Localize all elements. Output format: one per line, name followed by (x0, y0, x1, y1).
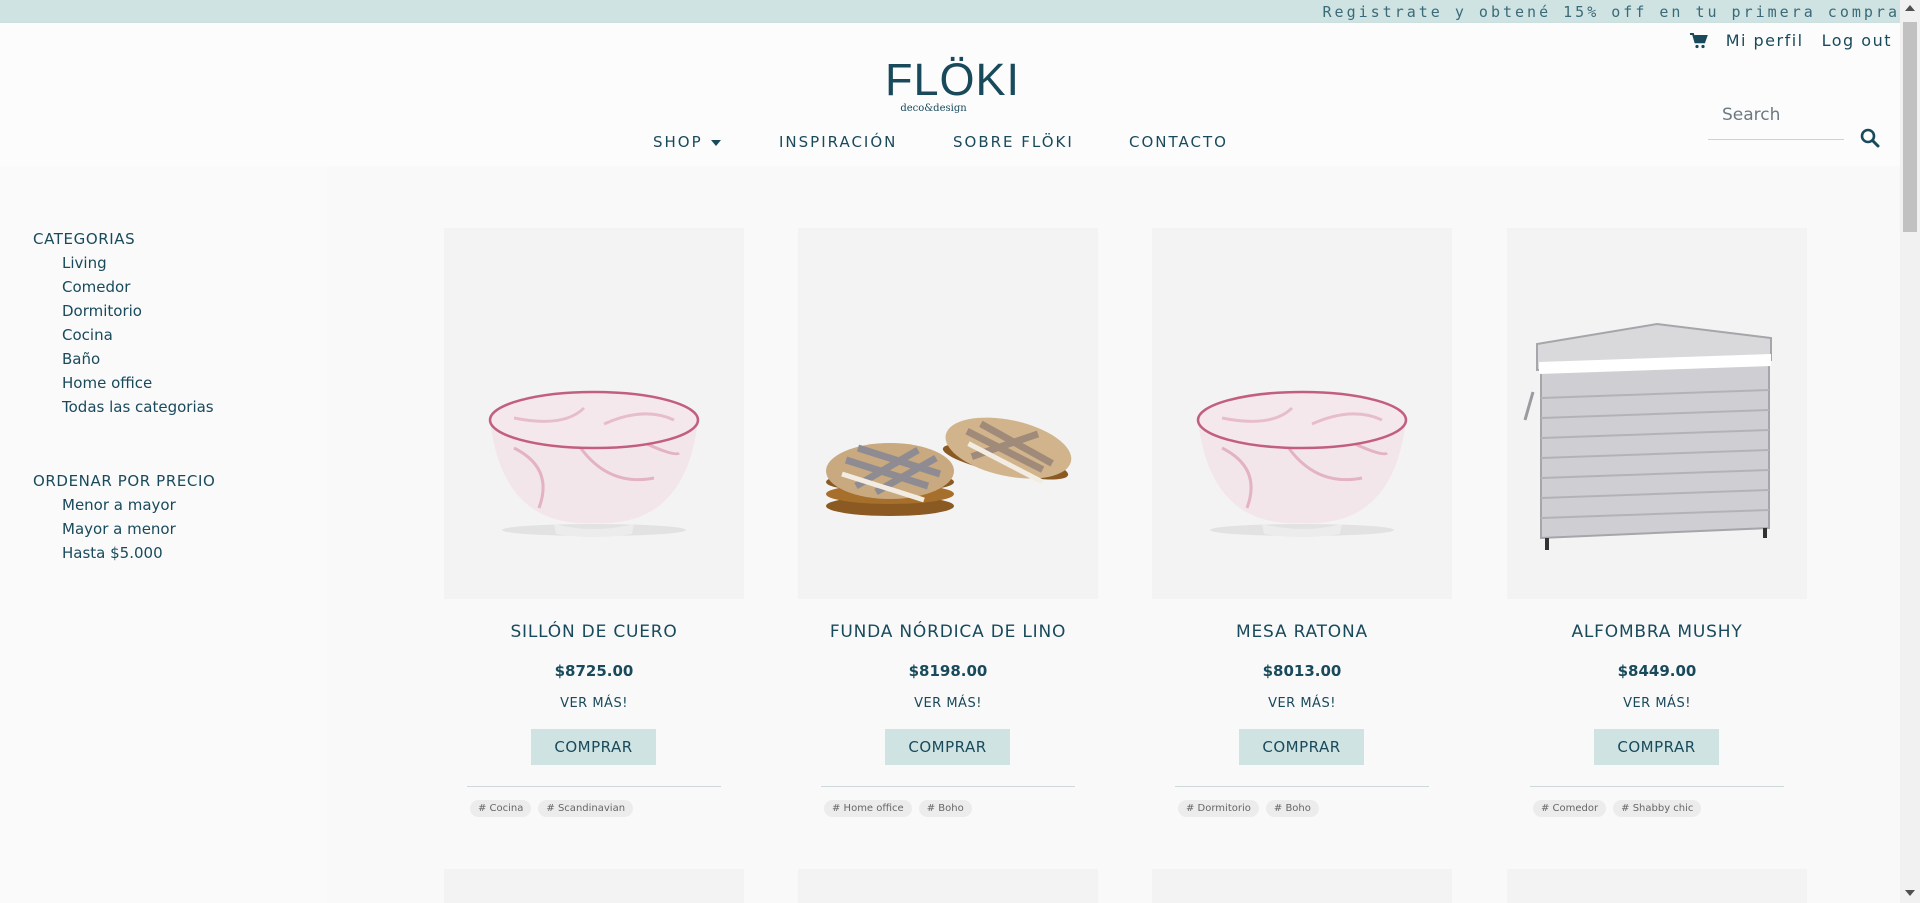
nav-sobre-floki[interactable]: SOBRE FLÖKI (953, 133, 1074, 151)
sort-low-to-high[interactable]: Menor a mayor (62, 496, 176, 514)
category-comedor[interactable]: Comedor (62, 278, 130, 296)
buy-button[interactable]: COMPRAR (531, 729, 656, 765)
filter-up-to-5000[interactable]: Hasta $5.000 (62, 544, 163, 562)
site-header: Mi perfil Log out FLÖKI deco&design SHOP… (0, 23, 1900, 166)
divider (1175, 786, 1429, 787)
product-image-placeholder[interactable] (798, 869, 1098, 903)
search-icon[interactable] (1860, 128, 1880, 152)
search-input[interactable] (1708, 99, 1856, 131)
product-image-wooden-coasters[interactable] (798, 228, 1098, 599)
logout-link[interactable]: Log out (1822, 31, 1892, 50)
price-sort-heading: ORDENAR POR PRECIO (33, 472, 216, 490)
product-price: $8725.00 (554, 662, 634, 680)
tag[interactable]: # Cocina (470, 800, 532, 817)
product-price: $8198.00 (908, 662, 988, 680)
category-all[interactable]: Todas las categorias (62, 398, 214, 416)
tag[interactable]: # Dormitorio (1178, 800, 1259, 817)
tag[interactable]: # Boho (918, 800, 972, 817)
buy-button[interactable]: COMPRAR (885, 729, 1010, 765)
product-price: $8449.00 (1617, 662, 1697, 680)
product-tags: # Dormitorio # Boho (1178, 800, 1319, 817)
product-tags: # Cocina # Scandinavian (470, 800, 634, 817)
product-image-placeholder[interactable] (1152, 869, 1452, 903)
user-utilities: Mi perfil Log out (1689, 31, 1892, 50)
category-dormitorio[interactable]: Dormitorio (62, 302, 142, 320)
tag[interactable]: # Scandinavian (538, 800, 634, 817)
filters-sidebar: CATEGORIAS Living Comedor Dormitorio Coc… (0, 166, 326, 903)
product-tags: # Comedor # Shabby chic (1533, 800, 1702, 817)
site-logo[interactable]: FLÖKI deco&design (885, 54, 1021, 114)
see-more-link[interactable]: VER MÁS! (1152, 696, 1452, 711)
see-more-link[interactable]: VER MÁS! (798, 696, 1098, 711)
product-image-placeholder[interactable] (444, 869, 744, 903)
cart-icon[interactable] (1689, 32, 1708, 49)
product-image-placeholder[interactable] (1507, 869, 1807, 903)
tag[interactable]: # Home office (824, 800, 912, 817)
categories-heading: CATEGORIAS (33, 230, 136, 248)
divider (1530, 786, 1784, 787)
category-living[interactable]: Living (62, 254, 107, 272)
category-cocina[interactable]: Cocina (62, 326, 113, 344)
tag[interactable]: # Shabby chic (1613, 800, 1702, 817)
promo-bar: Registrate y obtené 15% off en tu primer… (0, 0, 1900, 24)
category-home-office[interactable]: Home office (62, 374, 152, 392)
profile-link[interactable]: Mi perfil (1726, 31, 1804, 50)
nav-shop[interactable]: SHOP (653, 133, 721, 151)
nav-shop-label: SHOP (653, 133, 703, 151)
tag[interactable]: # Comedor (1533, 800, 1607, 817)
scroll-down-icon[interactable] (1905, 890, 1915, 896)
product-tags: # Home office # Boho (824, 800, 972, 817)
product-title[interactable]: ALFOMBRA MUSHY (1507, 622, 1807, 642)
product-image-wicker-storage-trunk[interactable] (1507, 228, 1807, 599)
category-bano[interactable]: Baño (62, 350, 100, 368)
nav-inspiracion[interactable]: INSPIRACIÓN (779, 133, 897, 151)
main-nav: SHOP INSPIRACIÓN SOBRE FLÖKI CONTACTO (0, 129, 1900, 159)
tag[interactable]: # Boho (1265, 800, 1319, 817)
divider (467, 786, 721, 787)
see-more-link[interactable]: VER MÁS! (1507, 696, 1807, 711)
product-title[interactable]: FUNDA NÓRDICA DE LINO (798, 622, 1098, 642)
chevron-down-icon (710, 139, 721, 146)
sort-high-to-low[interactable]: Mayor a menor (62, 520, 176, 538)
page-scrollbar[interactable] (1900, 0, 1920, 903)
see-more-link[interactable]: VER MÁS! (444, 696, 744, 711)
product-image-pink-marble-bowl[interactable] (444, 228, 744, 599)
buy-button[interactable]: COMPRAR (1594, 729, 1719, 765)
scrollbar-thumb[interactable] (1903, 22, 1917, 232)
promo-text: Registrate y obtené 15% off en tu primer… (1322, 3, 1900, 21)
search-box (1708, 99, 1856, 140)
scroll-up-icon[interactable] (1905, 5, 1915, 11)
product-price: $8013.00 (1262, 662, 1342, 680)
product-image-pink-marble-bowl[interactable] (1152, 228, 1452, 599)
nav-contacto[interactable]: CONTACTO (1129, 133, 1228, 151)
buy-button[interactable]: COMPRAR (1239, 729, 1364, 765)
logo-brand: FLÖKI (885, 54, 1021, 105)
divider (821, 786, 1075, 787)
product-title[interactable]: SILLÓN DE CUERO (444, 622, 744, 642)
product-title[interactable]: MESA RATONA (1152, 622, 1452, 642)
